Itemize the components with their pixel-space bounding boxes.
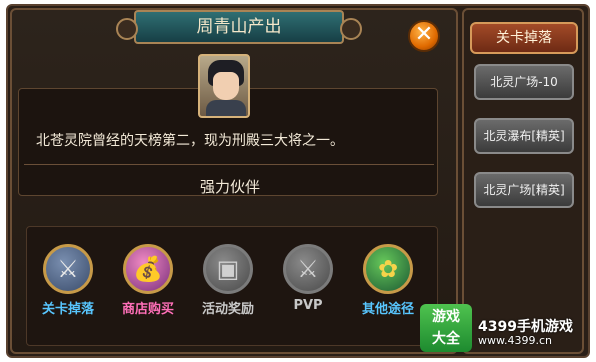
section-divider (24, 164, 434, 165)
dialog-title: 周青山产出 (116, 10, 362, 44)
source-label: 活动奖励 (201, 302, 254, 317)
portrait-face (213, 72, 239, 100)
source-label: 关卡掉落 (41, 302, 94, 317)
source-other[interactable]: ✿ 其他途径 (354, 244, 422, 317)
stage-button[interactable]: 北灵瀑布[精英] (474, 118, 574, 154)
watermark-logo-line2: 大全 (432, 331, 460, 347)
stage-button[interactable]: 北灵广场[精英] (474, 172, 574, 208)
source-shop[interactable]: 💰 商店购买 (114, 244, 182, 317)
watermark-site-name: 4399手机游戏 (478, 319, 573, 335)
character-portrait (198, 54, 250, 118)
character-description: 北苍灵院曾经的天榜第二，现为刑殿三大将之一。 (36, 133, 344, 149)
stage-drop-header: 关卡掉落 (470, 22, 578, 54)
source-label: 其他途径 (361, 302, 414, 317)
source-label: 商店购买 (121, 302, 174, 317)
peacock-feather-icon: ✿ (363, 244, 413, 294)
watermark-logo-line1: 游戏 (432, 309, 460, 325)
shop-bag-icon: 💰 (123, 244, 173, 294)
source-stage-drop[interactable]: ⚔ 关卡掉落 (34, 244, 102, 317)
crossed-swords-icon: ⚔ (43, 244, 93, 294)
source-pvp[interactable]: ⚔ PVP (274, 244, 342, 313)
portrait-body (206, 100, 246, 116)
stage-button[interactable]: 北灵广场-10 (474, 64, 574, 100)
watermark-logo: 游戏 大全 (420, 304, 472, 352)
pvp-swords-icon: ⚔ (283, 244, 333, 294)
treasure-chest-icon: ▣ (203, 244, 253, 294)
source-event[interactable]: ▣ 活动奖励 (194, 244, 262, 317)
close-button[interactable]: ✕ (408, 20, 440, 52)
watermark-site-url: www.4399.cn (478, 334, 552, 347)
source-label: PVP (293, 298, 323, 313)
partner-type-label: 强力伙伴 (199, 178, 260, 196)
